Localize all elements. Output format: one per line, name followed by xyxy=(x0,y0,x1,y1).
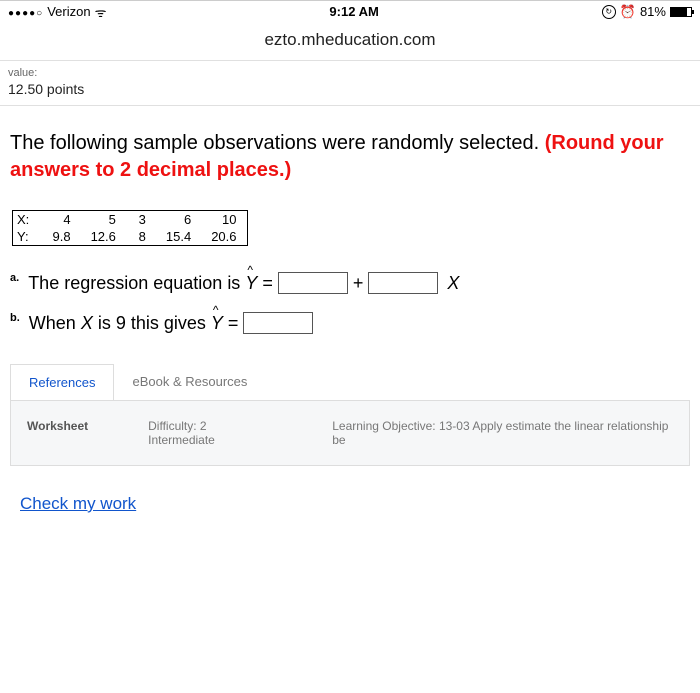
learning-objective: Learning Objective: 13-03 Apply estimate… xyxy=(332,419,673,447)
x-variable: X xyxy=(81,313,93,334)
cell: 15.4 xyxy=(156,228,201,246)
qb-text1: When xyxy=(29,313,76,334)
answer-intercept-input[interactable] xyxy=(278,272,348,294)
item-label-a: a. xyxy=(10,272,19,284)
cell: 8 xyxy=(126,228,156,246)
resource-tabs: References eBook & Resources xyxy=(10,364,690,400)
worksheet-link[interactable]: Worksheet xyxy=(27,419,88,433)
cell: 20.6 xyxy=(201,228,247,246)
carrier-label: Verizon xyxy=(47,4,90,19)
tab-panel: Worksheet Difficulty: 2 Intermediate Lea… xyxy=(10,400,690,466)
cell: 3 xyxy=(126,211,156,229)
data-table: X: 4 5 3 6 10 Y: 9.8 12.6 8 15.4 20.6 xyxy=(12,210,248,246)
cell: 10 xyxy=(201,211,247,229)
cell: 6 xyxy=(156,211,201,229)
cell: 9.8 xyxy=(43,228,81,246)
battery-icon xyxy=(670,7,692,17)
answer-yhat-input[interactable] xyxy=(243,312,313,334)
row-label-y: Y: xyxy=(13,228,43,246)
cell: 5 xyxy=(81,211,126,229)
table-row: X: 4 5 3 6 10 xyxy=(13,211,248,229)
row-label-x: X: xyxy=(13,211,43,229)
prompt-text: The following sample observations were r… xyxy=(10,132,545,154)
cell: 4 xyxy=(43,211,81,229)
question-a: a. The regression equation is Y = + X xyxy=(10,272,690,294)
qb-text2: is 9 this gives xyxy=(98,313,206,334)
check-my-work-link[interactable]: Check my work xyxy=(20,494,136,514)
value-points: 12.50 points xyxy=(8,81,692,97)
status-bar: ●●●●○ Verizon ᯤ 9:12 AM ↻ ⏰ 81% xyxy=(0,0,700,22)
cell: 12.6 xyxy=(81,228,126,246)
equals-sign: = xyxy=(262,273,273,294)
alarm-icon: ⏰ xyxy=(620,4,636,20)
y-hat-symbol: Y xyxy=(211,313,223,334)
wifi-icon: ᯤ xyxy=(95,3,107,21)
question-b: b. When X is 9 this gives Y = xyxy=(10,312,690,334)
value-label: value: xyxy=(8,67,692,79)
item-label-b: b. xyxy=(10,312,20,324)
clock: 9:12 AM xyxy=(329,4,378,19)
qa-text: The regression equation is xyxy=(28,273,240,294)
equals-sign: = xyxy=(228,313,239,334)
rotation-lock-icon: ↻ xyxy=(602,5,616,19)
answer-slope-input[interactable] xyxy=(368,272,438,294)
table-row: Y: 9.8 12.6 8 15.4 20.6 xyxy=(13,228,248,246)
value-row: value: 12.50 points xyxy=(0,61,700,106)
tab-references[interactable]: References xyxy=(10,364,114,400)
question-prompt: The following sample observations were r… xyxy=(10,130,690,184)
signal-dots-icon: ●●●●○ xyxy=(8,4,43,19)
y-hat-symbol: Y xyxy=(245,273,257,294)
battery-pct: 81% xyxy=(640,4,666,19)
browser-url: ezto.mheducation.com xyxy=(0,22,700,61)
tab-ebook[interactable]: eBook & Resources xyxy=(114,364,265,400)
x-variable: X xyxy=(447,273,459,294)
plus-sign: + xyxy=(353,273,364,294)
difficulty-label: Difficulty: 2 Intermediate xyxy=(148,419,272,447)
